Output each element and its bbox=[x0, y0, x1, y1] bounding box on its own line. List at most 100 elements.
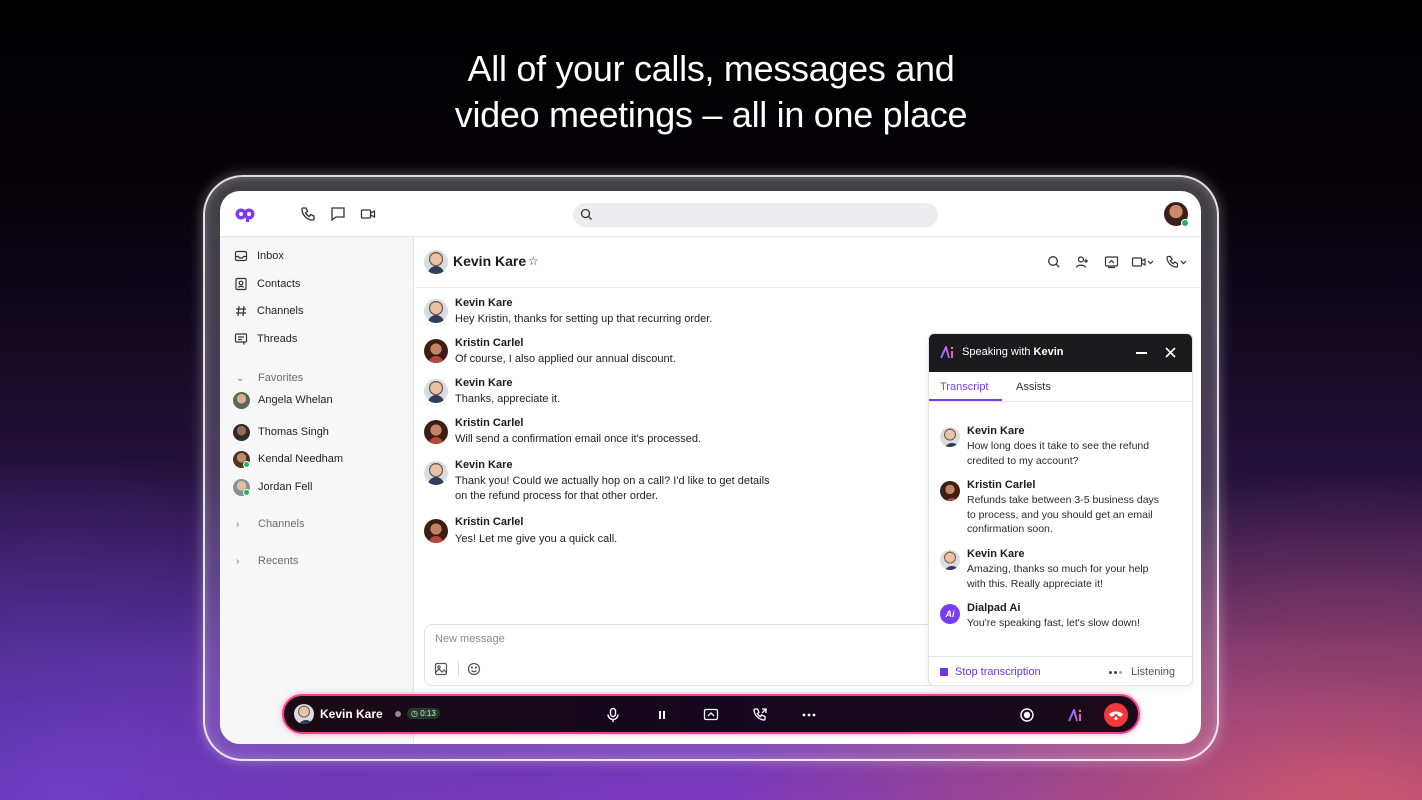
avatar bbox=[233, 391, 250, 409]
screen-share-icon[interactable] bbox=[1104, 254, 1119, 270]
favorite-contact[interactable]: Angela Whelan bbox=[233, 390, 333, 410]
close-icon[interactable] bbox=[1165, 347, 1176, 358]
message-text: on the refund process for that other ord… bbox=[455, 490, 659, 502]
avatar bbox=[424, 299, 448, 323]
app-window: Inbox Contacts Channels Threads ⌄ Favori… bbox=[220, 191, 1201, 744]
channels-section-label: Channels bbox=[258, 518, 305, 530]
message-author: Kristin Carlel bbox=[455, 417, 524, 429]
avatar bbox=[424, 250, 448, 274]
conversation-title[interactable]: Kevin Kare bbox=[453, 253, 526, 269]
conversation-header: Kevin Kare ☆ bbox=[415, 237, 1201, 288]
dialpad-ai-icon bbox=[1068, 708, 1082, 721]
transcript-author: Kevin Kare bbox=[967, 548, 1025, 560]
minimize-icon[interactable] bbox=[1136, 352, 1147, 354]
avatar bbox=[424, 461, 448, 485]
channels-section-toggle[interactable]: › Channels bbox=[236, 516, 304, 532]
recents-section-toggle[interactable]: › Recents bbox=[236, 553, 298, 569]
share-screen-button[interactable] bbox=[702, 706, 720, 724]
divider bbox=[458, 661, 459, 677]
search-input[interactable] bbox=[573, 203, 938, 227]
transcript-author: Dialpad Ai bbox=[967, 602, 1021, 614]
avatar bbox=[233, 450, 250, 468]
sidebar: Inbox Contacts Channels Threads ⌄ Favori… bbox=[220, 237, 414, 744]
record-button[interactable] bbox=[1018, 706, 1036, 724]
favorite-contact-name: Angela Whelan bbox=[258, 394, 333, 406]
message-author: Kristin Carlel bbox=[455, 516, 524, 528]
online-status-dot bbox=[243, 460, 250, 468]
transcript-text: to process, and you should get an email bbox=[967, 509, 1153, 521]
hash-icon bbox=[236, 305, 246, 317]
hang-up-button[interactable] bbox=[1104, 703, 1128, 727]
threads-icon bbox=[234, 333, 248, 345]
emoji-icon[interactable] bbox=[467, 662, 481, 676]
avatar bbox=[424, 379, 448, 403]
favorite-contact-name: Thomas Singh bbox=[258, 426, 329, 438]
call-duration-value: 0:13 bbox=[420, 709, 436, 718]
search-icon[interactable] bbox=[1047, 254, 1061, 270]
sidebar-item-inbox[interactable]: Inbox bbox=[234, 246, 284, 266]
record-icon bbox=[1020, 708, 1034, 722]
avatar bbox=[940, 550, 960, 570]
phone-icon[interactable] bbox=[299, 205, 317, 223]
avatar bbox=[233, 423, 250, 441]
audio-dots-icon bbox=[1109, 670, 1122, 674]
video-call-dropdown[interactable] bbox=[1131, 254, 1155, 270]
sidebar-item-threads[interactable]: Threads bbox=[234, 329, 297, 349]
transcript-text: confirmation soon. bbox=[967, 523, 1053, 535]
favorite-contact[interactable]: Jordan Fell bbox=[233, 477, 312, 497]
chat-icon[interactable] bbox=[329, 205, 347, 223]
avatar bbox=[424, 339, 448, 363]
mute-button[interactable] bbox=[604, 706, 622, 724]
favorites-label: Favorites bbox=[258, 372, 304, 384]
avatar bbox=[940, 427, 960, 447]
ai-panel-footer: Stop transcription Listening bbox=[929, 656, 1192, 685]
sidebar-item-label: Inbox bbox=[257, 250, 284, 262]
ai-assistant-panel: Speaking with Kevin Transcript Assists K… bbox=[928, 333, 1193, 686]
message-composer[interactable]: New message bbox=[424, 624, 944, 686]
active-tab-indicator bbox=[929, 399, 1002, 401]
transcript-text: credited to my account? bbox=[967, 455, 1079, 467]
chevron-right-icon: › bbox=[236, 555, 240, 567]
video-icon[interactable] bbox=[359, 205, 377, 223]
inbox-icon bbox=[234, 250, 248, 262]
message-author: Kristin Carlel bbox=[455, 337, 524, 349]
favorite-contact[interactable]: Kendal Needham bbox=[233, 449, 343, 469]
sidebar-item-contacts[interactable]: Contacts bbox=[234, 274, 300, 294]
transcript-text: You're speaking fast, let's slow down! bbox=[967, 617, 1140, 629]
ai-panel-tabs: Transcript Assists bbox=[929, 372, 1192, 402]
message-author: Kevin Kare bbox=[455, 377, 513, 389]
top-bar bbox=[220, 191, 1201, 237]
sidebar-item-label: Channels bbox=[257, 305, 304, 317]
dialpad-logo-icon[interactable] bbox=[234, 205, 256, 223]
more-options-button[interactable] bbox=[800, 706, 818, 724]
dialpad-ai-button[interactable] bbox=[1067, 706, 1085, 724]
add-person-icon[interactable] bbox=[1075, 254, 1090, 270]
sidebar-item-channels[interactable]: Channels bbox=[234, 301, 303, 321]
avatar bbox=[233, 478, 250, 496]
dialpad-ai-avatar-icon: Ai bbox=[940, 604, 960, 624]
avatar bbox=[424, 420, 448, 444]
transfer-button[interactable] bbox=[751, 706, 769, 724]
image-icon[interactable] bbox=[434, 662, 448, 676]
tab-assists[interactable]: Assists bbox=[1016, 381, 1051, 393]
favorite-contact[interactable]: Thomas Singh bbox=[233, 422, 329, 442]
sidebar-item-label: Threads bbox=[257, 333, 298, 345]
avatar bbox=[940, 481, 960, 501]
favorite-contact-name: Kendal Needham bbox=[258, 453, 344, 465]
tab-transcript[interactable]: Transcript bbox=[940, 381, 989, 393]
status-dot bbox=[395, 710, 401, 717]
star-icon[interactable]: ☆ bbox=[528, 254, 539, 268]
ai-panel-header: Speaking with Kevin bbox=[929, 334, 1192, 372]
headline-line-1: All of your calls, messages and bbox=[467, 48, 955, 89]
hold-button[interactable] bbox=[653, 706, 671, 724]
chevron-right-icon: › bbox=[236, 518, 240, 530]
search-icon bbox=[580, 208, 592, 220]
chevron-down-icon: ⌄ bbox=[236, 372, 245, 384]
stop-transcription-button[interactable]: Stop transcription bbox=[940, 666, 1041, 678]
ai-panel-title-name: Kevin bbox=[1033, 346, 1064, 358]
favorites-section-toggle[interactable]: ⌄ Favorites bbox=[236, 370, 303, 386]
call-timer: ◷ 0:13 bbox=[395, 708, 440, 719]
phone-call-dropdown[interactable] bbox=[1165, 254, 1189, 270]
message-text: Will send a confirmation email once it's… bbox=[455, 433, 702, 445]
call-duration: ◷ 0:13 bbox=[407, 708, 440, 719]
